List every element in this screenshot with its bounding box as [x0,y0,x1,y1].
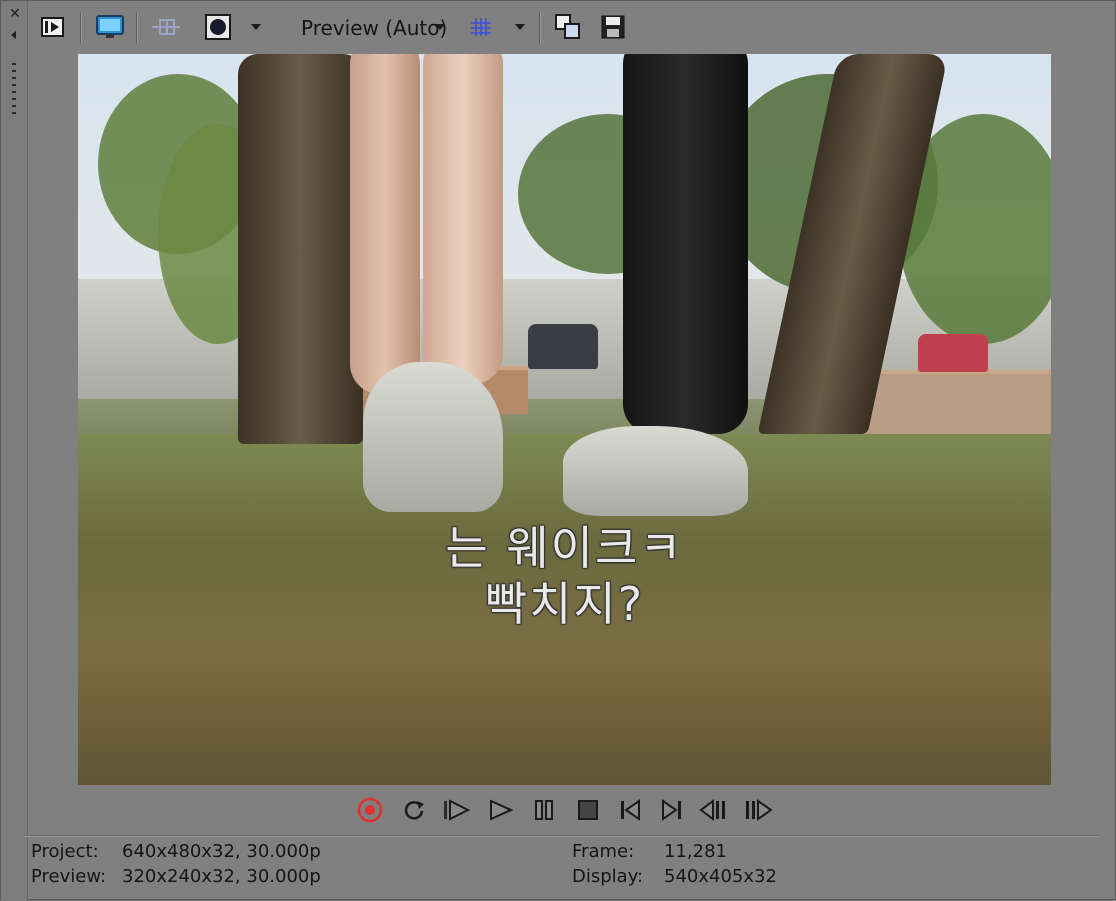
play-from-start-icon [444,799,470,821]
preview-quality-select[interactable]: Preview (Auto) [301,15,447,41]
previous-frame-icon [699,799,725,821]
grid-icon [471,18,491,36]
close-icon[interactable]: ✕ [9,7,21,21]
pause-button[interactable] [529,793,559,827]
frame-value: 11,281 [664,841,727,862]
subtitle-text: 는 웨이크ㅋ 빡치지? [78,520,1051,632]
video-preview-window: ✕ Preview (Auto) 는 웨이크ㅋ 빡치지? Project: 64… [0,0,1116,901]
preview-value: 320x240x32, 30.000p [122,866,321,887]
subtitle-line-1: 는 웨이크ㅋ [445,521,684,575]
video-output-button[interactable] [39,12,67,42]
loop-playback-button[interactable] [399,793,429,827]
play-button[interactable] [485,793,515,827]
next-frame-button[interactable] [743,793,773,827]
status-divider [23,835,1099,837]
overlays-dropdown[interactable] [247,12,265,42]
display-value: 540x405x32 [664,866,777,887]
go-to-end-icon [662,799,681,821]
collapse-arrow-icon[interactable] [11,31,16,39]
overlay-circle-icon [205,14,231,40]
grid-button[interactable] [467,12,495,42]
save-snapshot-button[interactable] [599,12,627,42]
chevron-down-icon [515,24,525,30]
next-frame-icon [746,799,773,821]
loop-icon [404,801,424,820]
split-screen-icon [152,19,180,35]
subtitle-line-2: 빡치지? [484,577,645,631]
play-icon [490,799,513,821]
preview-toolbar: Preview (Auto) [27,1,1115,53]
record-icon [357,797,383,823]
external-monitor-button[interactable] [93,12,127,42]
dock-strip: ✕ [1,1,28,901]
save-disk-icon [601,15,625,39]
quality-dropdown[interactable] [431,12,449,42]
pause-icon [535,800,553,820]
video-preview-area[interactable]: 는 웨이크ㅋ 빡치지? [78,54,1051,785]
grid-dropdown[interactable] [511,12,529,42]
chevron-down-icon [435,24,445,30]
filmstrip-icon [41,17,64,37]
go-to-start-icon [621,799,640,821]
preview-label: Preview: [31,866,107,887]
go-to-end-button[interactable] [657,793,687,827]
overlays-button[interactable] [203,12,233,42]
previous-frame-button[interactable] [699,793,729,827]
stop-icon [578,800,598,820]
frame-label: Frame: [572,841,635,862]
drag-grip-handle[interactable] [12,63,16,117]
project-label: Project: [31,841,99,862]
project-value: 640x480x32, 30.000p [122,841,321,862]
transport-bar [1,793,1116,827]
split-screen-button[interactable] [149,12,183,42]
display-label: Display: [572,866,644,887]
record-button[interactable] [355,793,385,827]
play-from-start-button[interactable] [441,793,471,827]
stop-button[interactable] [573,793,603,827]
monitor-icon [96,15,124,38]
copy-snapshot-button[interactable] [553,12,583,42]
copy-icon [555,14,580,39]
go-to-start-button[interactable] [615,793,645,827]
chevron-down-icon [251,24,261,30]
